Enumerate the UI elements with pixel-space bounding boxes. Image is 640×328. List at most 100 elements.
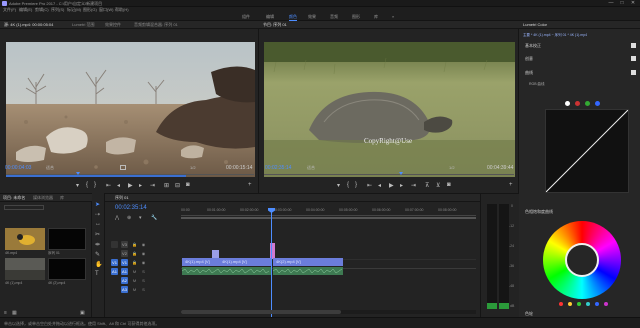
v1-eye-icon[interactable]: ◉ (140, 259, 147, 266)
close-button[interactable]: ✕ (628, 0, 638, 7)
add-button-icon[interactable]: + (248, 182, 252, 188)
tab-sequence-01[interactable]: 序列 01 (115, 195, 129, 201)
workspace-effects[interactable]: 效果 (308, 14, 316, 20)
source-resolution-dropdown[interactable]: 1/2 (190, 165, 196, 170)
razor-tool-icon[interactable]: ✂ (95, 231, 100, 238)
lumetri-clip-dropdown[interactable]: 主要 * 4K (1).mp4 ~ 序列 01 * 4K (1).mp4 (523, 33, 637, 38)
timeline-ruler[interactable]: 00:00 00:01:00:00 00:02:00:00 00:03:00:0… (181, 208, 476, 216)
tab-lumetri-scopes[interactable]: Lumetri 范围 (72, 22, 94, 28)
ripple-edit-tool-icon[interactable]: ↔ (95, 221, 101, 227)
curves-enable-checkbox[interactable] (631, 70, 636, 75)
red-swatch[interactable] (559, 302, 563, 306)
workspace-color[interactable]: 颜色 (289, 14, 297, 21)
insert-icon[interactable]: ⊞ (164, 182, 169, 189)
list-view-icon[interactable]: ≡ (4, 310, 7, 316)
a3-mute-icon[interactable]: M (131, 286, 138, 293)
step-back-icon[interactable]: ◂ (378, 182, 381, 189)
export-frame-icon[interactable]: ◙ (186, 182, 190, 188)
v2-lock-icon[interactable]: 🔒 (131, 250, 138, 257)
timeline-horizontal-scrollbar[interactable] (181, 310, 476, 314)
a1-clip-1[interactable] (181, 267, 271, 275)
source-playhead[interactable] (76, 172, 80, 175)
program-resolution-dropdown[interactable]: 1/2 (449, 165, 455, 170)
tab-libraries[interactable]: 库 (60, 195, 64, 201)
a2-mute-icon[interactable]: M (131, 277, 138, 284)
workspace-more[interactable]: » (392, 14, 394, 20)
mark-out-icon[interactable]: } (355, 182, 357, 188)
source-fit-dropdown[interactable]: 适合 (46, 165, 54, 171)
program-playhead[interactable] (399, 172, 403, 175)
lift-icon[interactable]: ⊼ (425, 182, 429, 189)
marker-icon[interactable]: ▾ (76, 182, 79, 189)
tab-source[interactable]: 源: 4K (1).mp4: 00:00:05:04 (4, 22, 53, 28)
yellow-swatch[interactable] (568, 302, 572, 306)
track-a3-label[interactable]: A3 (121, 286, 128, 293)
hand-tool-icon[interactable]: ✋ (95, 261, 102, 268)
extract-icon[interactable]: ⊻ (436, 182, 440, 189)
blue-swatch[interactable] (595, 302, 599, 306)
project-thumb-3[interactable] (5, 258, 45, 280)
white-channel-dot[interactable] (565, 101, 570, 106)
pen-tool-icon[interactable]: ✎ (95, 251, 100, 258)
add-marker-icon[interactable]: ▾ (139, 215, 142, 221)
tab-audio-clip-mixer[interactable]: 音频剪辑混合器: 序列 01 (134, 22, 178, 28)
red-channel-dot[interactable] (575, 101, 580, 106)
workspace-assembly[interactable]: 组件 (242, 14, 250, 20)
section-curves[interactable]: 曲线 (525, 70, 533, 76)
v3-lock-icon[interactable]: 🔒 (131, 241, 138, 248)
project-search-input[interactable] (4, 205, 44, 210)
mark-in-icon[interactable]: { (347, 182, 349, 188)
a1-mute-icon[interactable]: M (131, 268, 138, 275)
basic-enable-checkbox[interactable] (631, 43, 636, 48)
a2-solo-icon[interactable]: S (140, 277, 147, 284)
blue-channel-dot[interactable] (595, 101, 600, 106)
timeline-timecode[interactable]: 00:02:35:14 (115, 205, 147, 211)
timeline-settings-icon[interactable]: 🔧 (151, 215, 157, 221)
new-item-icon[interactable]: ▣ (80, 310, 85, 316)
cyan-swatch[interactable] (586, 302, 590, 306)
workspace-graphics[interactable]: 图形 (352, 14, 360, 20)
mark-out-icon[interactable]: } (94, 182, 96, 188)
project-thumb-4[interactable] (48, 258, 86, 280)
a1-clip-2[interactable] (272, 267, 343, 275)
go-to-in-icon[interactable]: ⇤ (367, 182, 372, 189)
workspace-audio[interactable]: 音频 (330, 14, 338, 20)
work-area-bar[interactable] (181, 217, 476, 219)
play-icon[interactable]: ▶ (389, 182, 394, 189)
program-current-timecode[interactable]: 00:02:35:14 (265, 165, 291, 171)
v1-source-patch[interactable]: V1 (111, 259, 118, 266)
tab-project[interactable]: 项目: 未命名 (3, 195, 25, 201)
rgb-curve-graph[interactable] (545, 109, 629, 193)
track-v2-label[interactable]: V2 (121, 250, 128, 257)
v3-eye-icon[interactable]: ◉ (140, 241, 147, 248)
tab-lumetri-color[interactable]: Lumetri Color (523, 22, 547, 28)
snap-icon[interactable]: ⋀ (115, 215, 119, 221)
track-a2-label[interactable]: A2 (121, 277, 128, 284)
step-forward-icon[interactable]: ▸ (139, 182, 142, 189)
overwrite-icon[interactable]: ⊟ (175, 182, 180, 189)
scrollbar-thumb[interactable] (181, 310, 341, 314)
workspace-editing[interactable]: 编辑 (266, 14, 274, 20)
program-scrub-bar[interactable] (264, 174, 514, 175)
source-current-timecode[interactable]: 00:00:04:03 (5, 165, 31, 171)
workspace-libraries[interactable]: 库 (374, 14, 378, 20)
track-select-tool-icon[interactable]: ⇢ (95, 211, 100, 218)
go-to-in-icon[interactable]: ⇤ (106, 182, 111, 189)
tab-effect-controls[interactable]: 效果控件 (105, 22, 121, 28)
minimize-button[interactable]: — (606, 0, 616, 7)
selection-tool-icon[interactable]: ➤ (95, 201, 100, 208)
tab-media-browser[interactable]: 媒体浏览器 (33, 195, 53, 201)
timeline-playhead-line[interactable] (271, 208, 272, 318)
go-to-out-icon[interactable]: ⇥ (150, 182, 155, 189)
tab-program[interactable]: 节目: 序列 01 (263, 22, 287, 28)
project-thumb-1[interactable] (5, 228, 45, 250)
magenta-swatch[interactable] (604, 302, 608, 306)
export-frame-icon[interactable]: ◙ (447, 182, 451, 188)
green-channel-dot[interactable] (585, 101, 590, 106)
slip-tool-icon[interactable]: ⇹ (95, 241, 100, 248)
step-back-icon[interactable]: ◂ (117, 182, 120, 189)
icon-view-icon[interactable]: ▦ (12, 310, 17, 316)
v1-clip-2[interactable]: 4K(1).mp4 [V] (219, 258, 271, 266)
step-forward-icon[interactable]: ▸ (400, 182, 403, 189)
section-basic-correction[interactable]: 基本校正 (525, 43, 541, 49)
